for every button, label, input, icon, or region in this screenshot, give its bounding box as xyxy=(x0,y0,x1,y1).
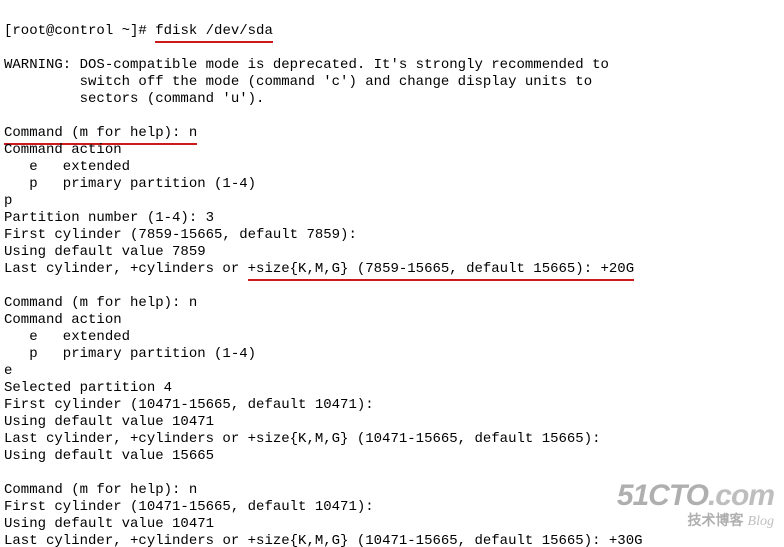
selection-p: p xyxy=(4,193,12,209)
using-default-d: Using default value 10471 xyxy=(4,516,214,532)
cmd-help-text: Command (m for help): xyxy=(4,125,189,141)
warning-line-1: WARNING: DOS-compatible mode is deprecat… xyxy=(4,57,609,73)
command-action-header: Command action xyxy=(4,142,122,158)
last-cylinder-a: Last cylinder, +cylinders or +size{K,M,G… xyxy=(4,261,634,277)
input-n-1: n xyxy=(189,125,197,141)
prompt-text: [root@control ~]# xyxy=(4,23,155,39)
lc-a-prefix: Last cylinder, +cylinders or xyxy=(4,261,248,277)
first-cylinder-b: First cylinder (10471-15665, default 104… xyxy=(4,397,374,413)
first-cylinder-a: First cylinder (7859-15665, default 7859… xyxy=(4,227,357,243)
command-prompt-1: Command (m for help): n xyxy=(4,125,197,141)
selection-e: e xyxy=(4,363,12,379)
terminal-output: [root@control ~]# fdisk /dev/sda WARNING… xyxy=(0,0,784,547)
first-cylinder-c: First cylinder (10471-15665, default 104… xyxy=(4,499,374,515)
last-cylinder-c: Last cylinder, +cylinders or +size{K,M,G… xyxy=(4,533,643,547)
command-action-header-2: Command action xyxy=(4,312,122,328)
action-extended: e extended xyxy=(4,159,130,175)
lc-a-size: +size{K,M,G} (7859-15665, default 15665)… xyxy=(248,261,634,281)
warning-line-3: sectors (command 'u'). xyxy=(4,91,264,107)
lc-c-size: or +size{K,M,G} (10471-15665, default 15… xyxy=(222,533,642,547)
warning-line-2: switch off the mode (command 'c') and ch… xyxy=(4,74,592,90)
action-primary-2: p primary partition (1-4) xyxy=(4,346,256,362)
lc-c-prefix: Last cylinder, +cylinders xyxy=(4,533,222,547)
action-extended-2: e extended xyxy=(4,329,130,345)
selected-partition-4: Selected partition 4 xyxy=(4,380,172,396)
using-default-c: Using default value 15665 xyxy=(4,448,214,464)
last-cylinder-b: Last cylinder, +cylinders or +size{K,M,G… xyxy=(4,431,601,447)
command-prompt-3: Command (m for help): n xyxy=(4,482,197,498)
command-prompt-2: Command (m for help): n xyxy=(4,295,197,311)
command-text: fdisk /dev/sda xyxy=(155,23,273,43)
shell-prompt: [root@control ~]# fdisk /dev/sda xyxy=(4,23,273,39)
using-default-a: Using default value 7859 xyxy=(4,244,206,260)
partition-number: Partition number (1-4): 3 xyxy=(4,210,214,226)
using-default-b: Using default value 10471 xyxy=(4,414,214,430)
action-primary: p primary partition (1-4) xyxy=(4,176,256,192)
